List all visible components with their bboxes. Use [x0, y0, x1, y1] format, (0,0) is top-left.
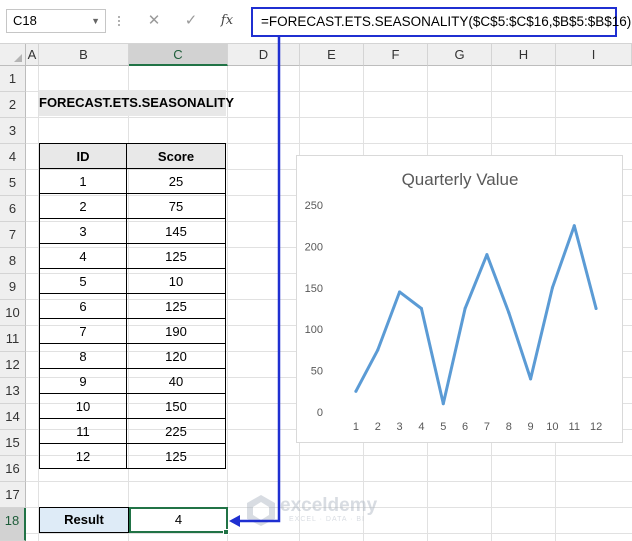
x-tick-label: 7	[484, 421, 490, 433]
x-tick-label: 11	[569, 421, 580, 433]
data-point[interactable]	[398, 290, 402, 294]
x-tick-label: 9	[528, 421, 534, 433]
x-tick-label: 10	[546, 421, 558, 433]
x-tick-label: 3	[397, 421, 403, 433]
y-tick-label: 0	[317, 407, 323, 419]
x-tick-label: 8	[506, 421, 512, 433]
data-point[interactable]	[529, 377, 533, 381]
x-tick-label: 4	[418, 421, 424, 433]
chart-title: Quarterly Value	[402, 170, 519, 189]
series-line[interactable]	[354, 224, 598, 406]
data-point[interactable]	[485, 253, 489, 257]
data-point[interactable]	[572, 224, 576, 228]
chart-plot: Quarterly Value 0501001502002501 2 3 4 5 6 7 8 9…	[305, 170, 603, 433]
data-point[interactable]	[507, 311, 511, 315]
data-point[interactable]	[419, 307, 423, 310]
data-point[interactable]	[354, 389, 358, 393]
data-point[interactable]	[550, 286, 554, 290]
y-tick-label: 150	[305, 283, 323, 295]
data-point[interactable]	[441, 402, 445, 406]
x-tick-label: 12	[590, 421, 602, 433]
y-tick-label: 200	[305, 241, 323, 253]
x-tick-label: 2	[375, 421, 381, 433]
line-chart[interactable]: Quarterly Value 0 50 100 150 200 250 1 2 3 4 5 6 7 8 9…	[296, 155, 623, 443]
x-tick-label: 5	[440, 421, 446, 433]
y-tick-label: 250	[305, 200, 323, 212]
data-point[interactable]	[594, 307, 598, 310]
y-tick-label: 100	[305, 324, 323, 336]
arrow-head-icon	[229, 515, 240, 527]
data-point[interactable]	[463, 307, 467, 310]
x-tick-label: 1	[353, 421, 359, 433]
x-tick-label: 6	[462, 421, 468, 433]
data-point[interactable]	[376, 348, 380, 352]
y-tick-label: 50	[311, 366, 323, 378]
